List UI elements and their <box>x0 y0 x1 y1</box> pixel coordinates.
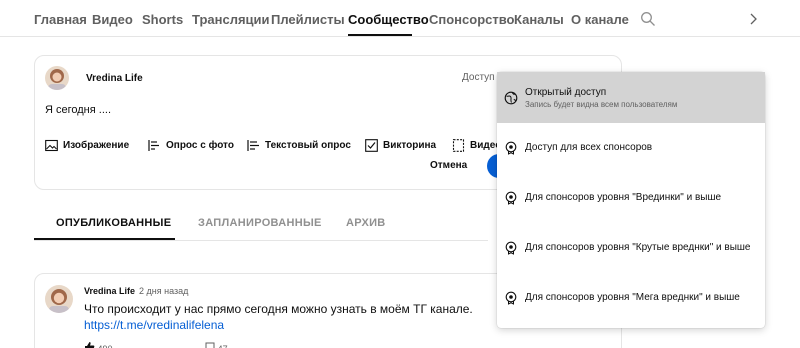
thumb-up-icon <box>85 342 95 348</box>
avatar <box>45 66 69 90</box>
add-video-button[interactable]: Видео <box>452 136 501 154</box>
chevron-right-icon[interactable] <box>746 12 760 26</box>
tab-live[interactable]: Трансляции <box>192 12 270 27</box>
access-option-tier-2[interactable]: Для спонсоров уровня "Крутые вреднки" и … <box>497 223 765 273</box>
add-image-label: Изображение <box>63 139 130 151</box>
access-option-title: Для спонсоров уровня "Крутые вреднки" и … <box>525 242 751 253</box>
post-actions: 490 47 <box>84 341 228 348</box>
image-poll-icon <box>148 139 159 151</box>
cancel-button[interactable]: Отмена <box>430 160 467 171</box>
post-body: Что происходит у нас прямо сегодня можно… <box>84 302 473 316</box>
sponsor-badge-icon <box>505 291 517 305</box>
composer-channel-name: Vredina Life <box>86 73 143 84</box>
image-icon <box>45 139 58 151</box>
active-tab-underline <box>348 34 412 36</box>
tab-community[interactable]: Сообщество <box>348 12 429 27</box>
sponsor-badge-icon <box>505 141 517 155</box>
quiz-icon <box>365 138 378 152</box>
access-option-subtitle: Запись будет видна всем пользователям <box>525 100 678 109</box>
active-subtab-underline <box>34 238 175 240</box>
access-dropdown[interactable]: Доступ <box>462 72 495 83</box>
text-poll-label: Текстовый опрос <box>265 139 351 151</box>
post-timestamp[interactable]: 2 дня назад <box>139 286 188 296</box>
comment-count: 47 <box>218 344 228 348</box>
access-menu: Открытый доступ Запись будет видна всем … <box>497 72 765 328</box>
access-option-all-sponsors[interactable]: Доступ для всех спонсоров <box>497 123 765 173</box>
like-button[interactable]: 490 <box>84 342 115 348</box>
add-image-button[interactable]: Изображение <box>45 136 129 154</box>
image-poll-label: Опрос с фото <box>166 139 234 151</box>
subtabs-divider <box>34 240 488 241</box>
video-icon <box>452 138 465 152</box>
like-count: 490 <box>98 344 113 348</box>
sponsor-badge-icon <box>505 191 517 205</box>
post-link[interactable]: https://t.me/vredinalifelena <box>84 318 224 332</box>
quiz-button[interactable]: Викторина <box>365 136 436 154</box>
search-icon[interactable] <box>640 11 656 27</box>
access-option-title: Открытый доступ <box>525 87 607 98</box>
access-option-title: Для спонсоров уровня "Мега вреднки" и вы… <box>525 292 740 303</box>
post-text-input[interactable]: Я сегодня .... <box>45 104 111 116</box>
tab-home[interactable]: Главная <box>34 12 87 27</box>
access-option-tier-3[interactable]: Для спонсоров уровня "Мега вреднки" и вы… <box>497 273 765 323</box>
access-option-title: Для спонсоров уровня "Врединки" и выше <box>525 192 722 203</box>
tab-playlists[interactable]: Плейлисты <box>271 12 345 27</box>
tab-archive[interactable]: АРХИВ <box>346 217 386 229</box>
access-option-public[interactable]: Открытый доступ Запись будет видна всем … <box>497 72 765 123</box>
sponsor-badge-icon <box>505 241 517 255</box>
tab-shorts[interactable]: Shorts <box>142 12 183 27</box>
access-option-title: Доступ для всех спонсоров <box>525 142 653 153</box>
quiz-label: Викторина <box>383 139 437 151</box>
image-poll-button[interactable]: Опрос с фото <box>148 136 234 154</box>
tab-published[interactable]: ОПУБЛИКОВАННЫЕ <box>56 217 171 229</box>
globe-icon <box>504 91 518 105</box>
tab-sponsorship[interactable]: Спонсорство <box>429 12 515 27</box>
post-author[interactable]: Vredina Life <box>84 286 135 296</box>
text-poll-icon <box>247 139 259 151</box>
tab-about[interactable]: О канале <box>571 12 629 27</box>
tab-scheduled[interactable]: ЗАПЛАНИРОВАННЫЕ <box>198 217 322 229</box>
comments-button[interactable]: 47 <box>205 342 228 348</box>
avatar <box>45 285 73 313</box>
post-author-line: Vredina Life 2 дня назад <box>84 286 188 296</box>
tab-videos[interactable]: Видео <box>92 12 133 27</box>
tab-channels[interactable]: Каналы <box>514 12 564 27</box>
access-option-tier-1[interactable]: Для спонсоров уровня "Врединки" и выше <box>497 173 765 223</box>
channel-nav: Главная Видео Shorts Трансляции Плейлист… <box>0 0 800 37</box>
text-poll-button[interactable]: Текстовый опрос <box>247 136 351 154</box>
comment-icon <box>205 342 215 348</box>
